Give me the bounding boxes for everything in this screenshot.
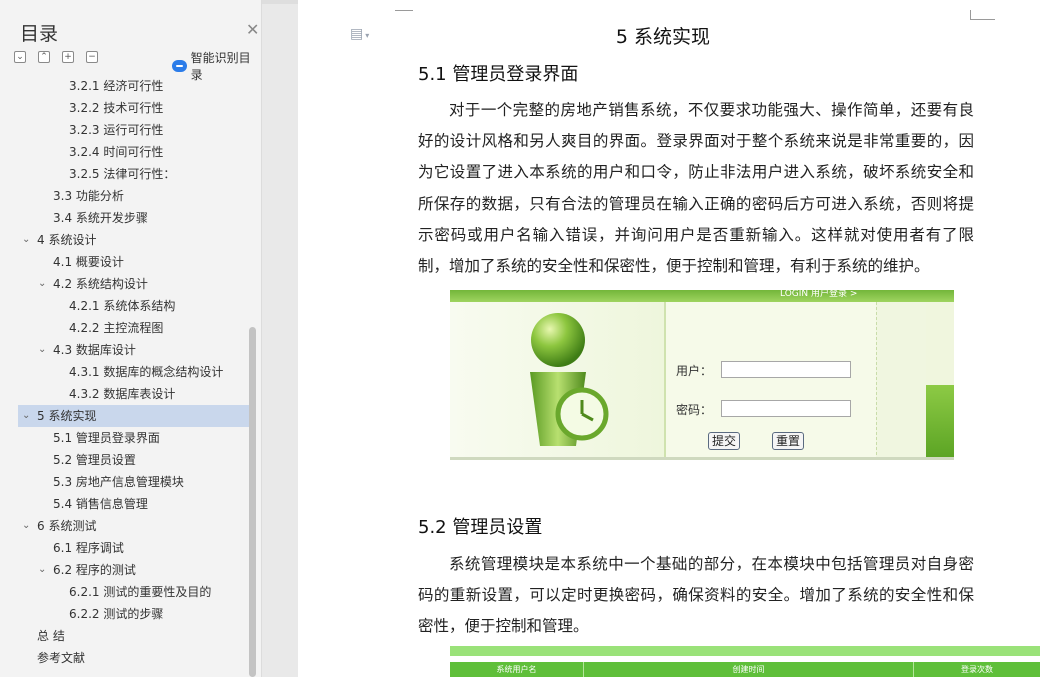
toc-item[interactable]: 3.2.1 经济可行性: [0, 75, 250, 97]
toc-item[interactable]: ⌄ 4.3 数据库设计: [0, 339, 250, 361]
chevron-down-icon[interactable]: ⌄: [38, 559, 46, 581]
toc-item[interactable]: 5.1 管理员登录界面: [0, 427, 250, 449]
toc-item-label: 5 系统实现: [37, 409, 97, 423]
toc-item[interactable]: ⌄ 5 系统实现: [18, 405, 250, 427]
toc-item-label: 3.2.2 技术可行性: [69, 101, 164, 115]
password-field[interactable]: [721, 400, 851, 417]
toc-item[interactable]: 4.3.1 数据库的概念结构设计: [0, 361, 250, 383]
toc-scrollbar[interactable]: [249, 327, 256, 677]
toc-item-label: 5.1 管理员登录界面: [53, 431, 160, 445]
table-header-cell: 登录次数: [961, 665, 993, 674]
toc-item-label: 4.1 概要设计: [53, 255, 124, 269]
toc-item-label: 6.1 程序调试: [53, 541, 124, 555]
table-header-cell: 系统用户名: [450, 662, 584, 677]
toc-item[interactable]: 3.2.5 法律可行性：: [0, 163, 250, 185]
crop-mark: [971, 19, 995, 20]
close-icon[interactable]: ✕: [246, 22, 259, 38]
user-clock-icon: [530, 313, 609, 446]
admin-top-band: [450, 646, 1040, 656]
toc-sidebar: 目录 ✕ ⌄ ⌃ + − 智能识别目录 3.2.1 经济可行性 3.2.2 技术可…: [0, 0, 262, 677]
toc-item-label: 3.2.4 时间可行性: [69, 145, 164, 159]
toc-item-label: 总 结: [37, 629, 65, 643]
chapter-title: 5 系统实现: [615, 26, 711, 48]
toc-item[interactable]: 3.2.4 时间可行性: [0, 141, 250, 163]
toc-title: 目录: [20, 23, 59, 45]
crop-mark: [395, 10, 413, 11]
toc-item[interactable]: 6.2.2 测试的步骤: [0, 603, 250, 625]
login-form-panel: 用户： 密码： 提交 重置: [666, 302, 876, 457]
toc-item-label: 6.2.1 测试的重要性及目的: [69, 585, 212, 599]
toc-item[interactable]: 4.3.2 数据库表设计: [0, 383, 250, 405]
toc-item[interactable]: 5.4 销售信息管理: [0, 493, 250, 515]
toc-item-label: 4.3.1 数据库的概念结构设计: [69, 365, 224, 379]
toc-list: 3.2.1 经济可行性 3.2.2 技术可行性 3.2.3 运行可行性 3.2.4 时…: [0, 75, 250, 669]
login-right-panel: [876, 302, 926, 457]
toc-item-label: 4.3.2 数据库表设计: [69, 387, 176, 401]
user-label: 用户：: [676, 364, 713, 378]
toc-item[interactable]: 4.2.1 系统体系结构: [0, 295, 250, 317]
reset-button[interactable]: 重置: [772, 432, 805, 450]
toc-item-label: 5.2 管理员设置: [53, 453, 136, 467]
expand-plus-icon[interactable]: +: [62, 51, 74, 63]
login-screenshot-figure: LOGIN 用户登录 > 用户： 密码： 提交 重置: [450, 290, 954, 460]
toc-item[interactable]: ⌄ 6 系统测试: [0, 515, 250, 537]
toc-item-label: 3.2.1 经济可行性: [69, 79, 164, 93]
toc-item-label: 4.2 系统结构设计: [53, 277, 148, 291]
toc-item[interactable]: 3.2.2 技术可行性: [0, 97, 250, 119]
toc-item-label: 6.2.2 测试的步骤: [69, 607, 164, 621]
toc-item[interactable]: 6.1 程序调试: [0, 537, 250, 559]
toc-item-label: 3.3 功能分析: [53, 189, 124, 203]
chevron-down-icon[interactable]: ⌄: [22, 229, 30, 251]
login-banner: LOGIN 用户登录 >: [780, 290, 858, 299]
smart-cloud-icon: [172, 60, 187, 72]
toc-item[interactable]: 6.2.1 测试的重要性及目的: [0, 581, 250, 603]
section-title: 5.2 管理员设置: [418, 517, 543, 538]
password-label: 密码：: [676, 403, 713, 417]
toc-item-label: 3.2.5 法律可行性：: [69, 167, 176, 181]
toc-item-label: 3.2.3 运行可行性: [69, 123, 164, 137]
toc-item[interactable]: 3.2.3 运行可行性: [0, 119, 250, 141]
chevron-down-icon[interactable]: ⌄: [38, 273, 46, 295]
toc-item-label: 3.4 系统开发步骤: [53, 211, 148, 225]
login-green-bar: [926, 385, 954, 457]
toc-item[interactable]: 总 结: [0, 625, 250, 647]
chevron-down-icon[interactable]: ⌄: [22, 405, 30, 427]
table-header-cell: 创建时间: [584, 662, 914, 677]
toc-item[interactable]: ⌄ 4 系统设计: [0, 229, 250, 251]
toc-item[interactable]: 4.2.2 主控流程图: [0, 317, 250, 339]
admin-table-header: 系统用户名 创建时间 登录次数: [450, 662, 1040, 677]
toc-item[interactable]: 3.4 系统开发步骤: [0, 207, 250, 229]
toc-item[interactable]: 5.2 管理员设置: [0, 449, 250, 471]
toc-item[interactable]: ⌄ 4.2 系统结构设计: [0, 273, 250, 295]
toc-item[interactable]: 3.3 功能分析: [0, 185, 250, 207]
toc-item[interactable]: ⌄ 6.2 程序的测试: [0, 559, 250, 581]
chevron-down-icon[interactable]: ⌄: [38, 339, 46, 361]
toc-item-label: 参考文献: [37, 651, 86, 665]
submit-button[interactable]: 提交: [708, 432, 741, 450]
toc-item-label: 5.4 销售信息管理: [53, 497, 148, 511]
chevron-down-icon[interactable]: ⌄: [22, 515, 30, 537]
body-paragraph: 对于一个完整的房地产销售系统，不仅要求功能强大、操作简单，还要有良好的设计风格和…: [418, 101, 974, 276]
toc-item-label: 4 系统设计: [37, 233, 97, 247]
toc-item-label: 4.3 数据库设计: [53, 343, 136, 357]
toc-item-label: 6.2 程序的测试: [53, 563, 136, 577]
body-paragraph: 系统管理模块是本系统中一个基础的部分，在本模块中包括管理员对自身密码的重新设置，…: [418, 555, 974, 636]
toc-item[interactable]: 参考文献: [0, 647, 250, 669]
toc-item-label: 6 系统测试: [37, 519, 97, 533]
toc-item-label: 4.2.1 系统体系结构: [69, 299, 176, 313]
toc-item[interactable]: 5.3 房地产信息管理模块: [0, 471, 250, 493]
toc-item-label: 5.3 房地产信息管理模块: [53, 475, 184, 489]
collapse-minus-icon[interactable]: −: [86, 51, 98, 63]
collapse-all-icon[interactable]: ⌄: [14, 51, 26, 63]
chevron-up-icon[interactable]: ⌃: [38, 51, 50, 63]
username-field[interactable]: [721, 361, 851, 378]
toc-item-label: 4.2.2 主控流程图: [69, 321, 164, 335]
toc-item[interactable]: 4.1 概要设计: [0, 251, 250, 273]
document-area: ▤ ▾ 5 系统实现 5.1 管理员登录界面 对于一个完整的房地产销售系统，不仅要…: [262, 0, 1064, 677]
section-title: 5.1 管理员登录界面: [418, 64, 579, 85]
admin-table-figure: 系统用户名 创建时间 登录次数: [450, 646, 1040, 677]
